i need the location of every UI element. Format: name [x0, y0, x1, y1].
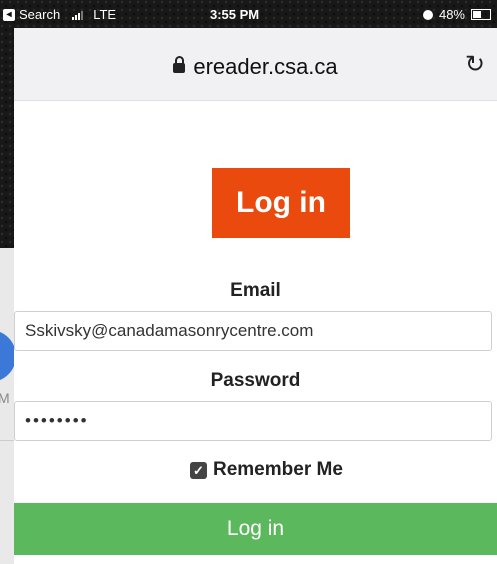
signal-icon [72, 10, 84, 20]
lock-icon [173, 56, 186, 73]
checkbox-checked-icon[interactable]: ✓ [190, 461, 207, 479]
url-text: ereader.csa.ca [193, 54, 338, 79]
password-label: Password [210, 370, 301, 391]
battery-percent: 48% [438, 7, 465, 22]
back-app-label: Search [19, 7, 61, 22]
remember-me-label: Remember Me [213, 459, 343, 480]
status-bar: ◂ Search LTE 3:55 PM 48% [0, 0, 497, 28]
login-button[interactable]: Log in [14, 503, 497, 555]
clock: 3:55 PM [210, 7, 260, 22]
address-bar[interactable]: ereader.csa.ca ↻ [14, 28, 497, 101]
battery-icon [471, 9, 491, 20]
email-field[interactable] [14, 311, 492, 351]
login-title-banner: Log in [212, 168, 350, 238]
back-arrow-icon: ◂ [3, 8, 15, 21]
alarm-icon [422, 9, 433, 20]
status-right: 48% [422, 7, 491, 22]
peek-letter: M [0, 390, 10, 406]
back-to-app[interactable]: ◂ Search LTE [3, 7, 116, 22]
network-label: LTE [93, 7, 117, 22]
remember-me-toggle[interactable]: ✓ Remember Me [190, 459, 343, 481]
email-label: Email [230, 280, 281, 301]
password-field[interactable] [14, 401, 492, 441]
reload-icon[interactable]: ↻ [465, 50, 485, 79]
url-display[interactable]: ereader.csa.ca [14, 54, 497, 80]
